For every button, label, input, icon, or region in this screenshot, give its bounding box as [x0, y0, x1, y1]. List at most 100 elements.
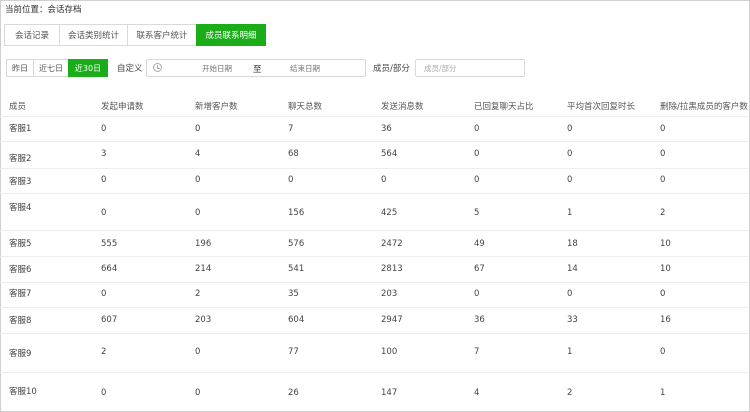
range-yesterday-button[interactable]: 昨日 [6, 59, 34, 77]
cell-total-chats: 26 [288, 388, 299, 398]
table-row: 客服6 664 214 541 2813 67 14 10 [0, 256, 748, 282]
cell-total-chats: 68 [288, 149, 299, 159]
tab-contact-customer-stats[interactable]: 联系客户统计 [127, 24, 197, 46]
cell-total-chats: 576 [288, 239, 305, 249]
cell-total-chats: 7 [288, 124, 294, 134]
cell-applications: 555 [101, 239, 118, 249]
breadcrumb: 当前位置：会话存档 [5, 5, 82, 15]
column-header-member: 成员 [9, 102, 27, 112]
cell-messages-sent: 564 [381, 149, 398, 159]
clock-icon [153, 63, 162, 72]
cell-member: 客服4 [9, 203, 32, 213]
cell-applications: 3 [101, 149, 107, 159]
cell-avg-first-reply: 0 [567, 175, 573, 185]
column-header-new-customers: 新增客户数 [195, 102, 238, 112]
cell-applications: 607 [101, 315, 118, 325]
cell-messages-sent: 2947 [381, 315, 403, 325]
cell-messages-sent: 100 [381, 347, 398, 357]
cell-member: 客服5 [9, 239, 32, 249]
cell-deleted-blocked: 0 [660, 347, 666, 357]
cell-messages-sent: 203 [381, 289, 398, 299]
date-range-selector: 昨日 近七日 近30日 [6, 59, 108, 77]
cell-new-customers: 0 [195, 124, 201, 134]
cell-deleted-blocked: 1 [660, 388, 666, 398]
table-row: 客服9 2 0 77 100 7 1 0 [0, 333, 748, 372]
column-header-messages-sent: 发送消息数 [381, 102, 424, 112]
column-header-total-chats: 聊天总数 [288, 102, 323, 112]
column-header-replied-ratio: 已回复聊天占比 [474, 102, 534, 112]
cell-total-chats: 35 [288, 289, 299, 299]
range-30days-button[interactable]: 近30日 [68, 59, 108, 77]
cell-avg-first-reply: 14 [567, 264, 578, 274]
table-row: 客服3 0 0 0 0 0 0 0 [0, 168, 748, 193]
cell-messages-sent: 0 [381, 175, 387, 185]
cell-applications: 0 [101, 388, 107, 398]
cell-new-customers: 2 [195, 289, 201, 299]
cell-avg-first-reply: 0 [567, 124, 573, 134]
cell-replied-ratio: 5 [474, 208, 480, 218]
cell-replied-ratio: 0 [474, 124, 480, 134]
filter-bar: 昨日 近七日 近30日 自定义 至 成员/部分 [6, 59, 746, 78]
cell-replied-ratio: 49 [474, 239, 485, 249]
cell-new-customers: 196 [195, 239, 212, 249]
cell-avg-first-reply: 2 [567, 388, 573, 398]
cell-member: 客服2 [9, 154, 32, 164]
column-header-avg-first-reply: 平均首次回复时长 [567, 102, 636, 112]
cell-avg-first-reply: 1 [567, 208, 573, 218]
cell-new-customers: 0 [195, 208, 201, 218]
tab-member-contact-details[interactable]: 成员联系明细 [196, 24, 266, 46]
cell-applications: 0 [101, 124, 107, 134]
cell-deleted-blocked: 0 [660, 175, 666, 185]
cell-replied-ratio: 36 [474, 315, 485, 325]
cell-member: 客服6 [9, 265, 32, 275]
cell-applications: 0 [101, 208, 107, 218]
cell-member: 客服8 [9, 316, 32, 326]
cell-total-chats: 541 [288, 264, 305, 274]
cell-messages-sent: 147 [381, 388, 398, 398]
cell-applications: 0 [101, 175, 107, 185]
member-search-input[interactable] [415, 59, 525, 77]
cell-avg-first-reply: 1 [567, 347, 573, 357]
column-header-deleted-blocked: 删除/拉黑成员的客户数 [660, 102, 748, 112]
cell-member: 客服9 [9, 349, 32, 359]
cell-total-chats: 156 [288, 208, 305, 218]
cell-messages-sent: 425 [381, 208, 398, 218]
custom-label: 自定义 [117, 64, 143, 74]
cell-replied-ratio: 7 [474, 347, 480, 357]
cell-avg-first-reply: 18 [567, 239, 578, 249]
cell-replied-ratio: 0 [474, 289, 480, 299]
cell-member: 客服1 [9, 124, 32, 134]
cell-new-customers: 214 [195, 264, 212, 274]
cell-messages-sent: 2813 [381, 264, 403, 274]
cell-deleted-blocked: 10 [660, 264, 671, 274]
start-date-input[interactable] [187, 60, 247, 76]
cell-deleted-blocked: 0 [660, 124, 666, 134]
cell-applications: 0 [101, 289, 107, 299]
member-label: 成员/部分 [373, 64, 410, 74]
cell-member: 客服10 [9, 387, 37, 397]
cell-total-chats: 0 [288, 175, 294, 185]
cell-deleted-blocked: 0 [660, 289, 666, 299]
cell-replied-ratio: 67 [474, 264, 485, 274]
cell-member: 客服3 [9, 177, 32, 187]
cell-deleted-blocked: 2 [660, 208, 666, 218]
cell-avg-first-reply: 0 [567, 289, 573, 299]
cell-deleted-blocked: 10 [660, 239, 671, 249]
cell-applications: 2 [101, 347, 107, 357]
cell-applications: 664 [101, 264, 118, 274]
table-header-row: 成员 发起申请数 新增客户数 聊天总数 发送消息数 已回复聊天占比 平均首次回复… [0, 92, 748, 116]
cell-total-chats: 77 [288, 347, 299, 357]
cell-messages-sent: 2472 [381, 239, 403, 249]
tab-session-category-stats[interactable]: 会话类别统计 [59, 24, 128, 46]
cell-new-customers: 4 [195, 149, 201, 159]
member-contact-table: 成员 发起申请数 新增客户数 聊天总数 发送消息数 已回复聊天占比 平均首次回复… [0, 92, 748, 402]
end-date-input[interactable] [275, 60, 335, 76]
date-range-picker[interactable]: 至 [146, 59, 366, 77]
range-7days-button[interactable]: 近七日 [33, 59, 69, 77]
table-row: 客服4 0 0 156 425 5 1 2 [0, 193, 748, 230]
cell-new-customers: 203 [195, 315, 212, 325]
cell-messages-sent: 36 [381, 124, 392, 134]
cell-new-customers: 0 [195, 175, 201, 185]
tab-session-records[interactable]: 会话记录 [4, 24, 60, 46]
cell-member: 客服7 [9, 289, 32, 299]
